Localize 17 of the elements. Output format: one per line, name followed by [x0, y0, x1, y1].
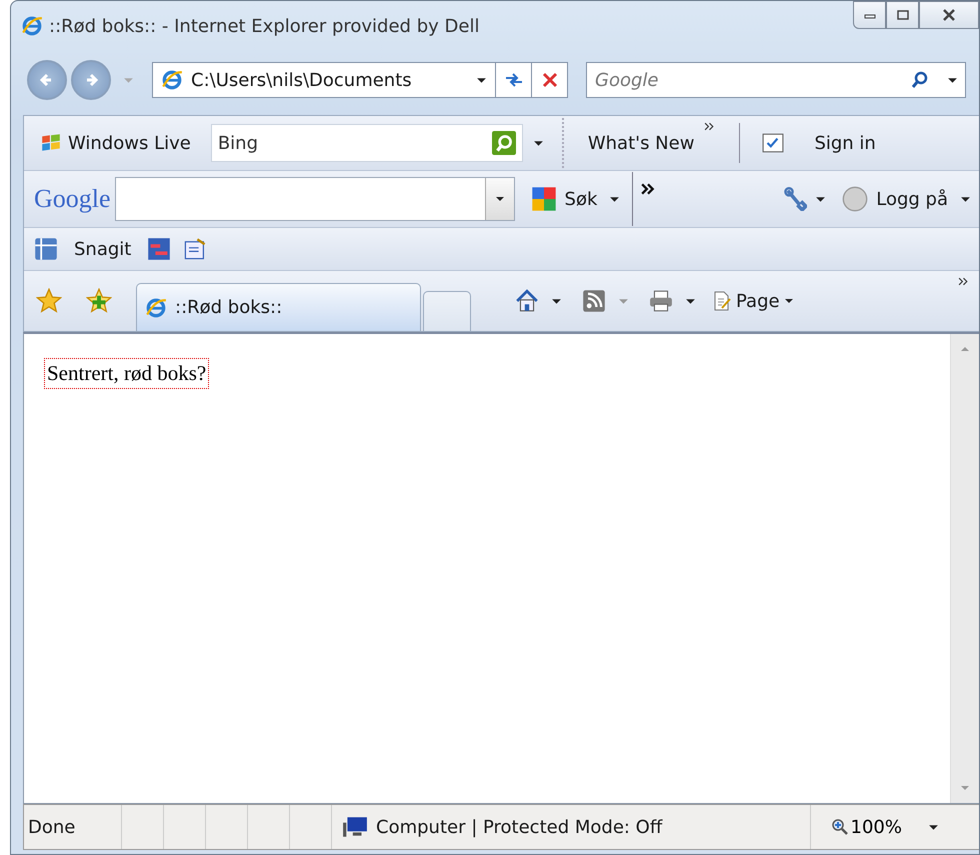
windows-live-label[interactable]: Windows Live — [68, 132, 191, 154]
window-title: ::Rød boks:: - Internet Explorer provided by Dell — [49, 16, 480, 36]
whats-new-link[interactable]: What's New — [584, 132, 698, 154]
google-logo: Google — [34, 184, 111, 214]
snagit-button[interactable]: Snagit — [70, 238, 136, 260]
browser-tab[interactable]: ::Rød boks:: — [136, 283, 421, 331]
page-text: Sentrert, rød boks? — [44, 358, 210, 389]
sign-in-link[interactable]: Sign in — [810, 132, 880, 154]
address-field[interactable]: C:\Users\nils\Documents — [152, 62, 496, 98]
search-field[interactable]: Google — [586, 62, 966, 98]
bing-search-field[interactable]: Bing — [210, 124, 523, 162]
page-menu[interactable]: Page — [708, 290, 798, 312]
search-button[interactable]: Søk — [560, 188, 602, 210]
status-text: Done — [24, 805, 122, 849]
zoom-button[interactable]: 100% — [810, 805, 912, 849]
sign-in-button[interactable]: Logg på — [872, 188, 952, 210]
security-zone-text: Computer | Protected Mode: Off — [376, 816, 664, 838]
